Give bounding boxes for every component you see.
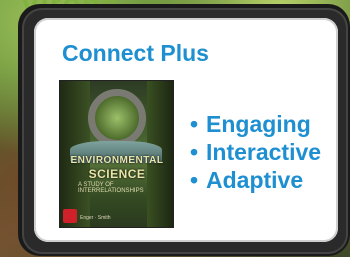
cover-title-line1: ENVIRONMENTAL	[70, 155, 164, 166]
cover-subtitle: A STUDY OF INTERRELATIONSHIPS	[78, 182, 144, 194]
feature-item-engaging: • Engaging	[190, 110, 321, 138]
card-title: Connect Plus	[62, 40, 209, 66]
feature-label: Adaptive	[206, 167, 304, 193]
feature-item-interactive: • Interactive	[190, 138, 321, 166]
bullet-dot: •	[190, 111, 199, 137]
cover-stone-arch	[88, 89, 146, 147]
cover-title-line2: SCIENCE	[88, 167, 146, 181]
publisher-logo-icon	[63, 209, 77, 223]
feature-list: • Engaging • Interactive • Adaptive	[190, 110, 321, 194]
bullet-dot: •	[190, 167, 199, 193]
textbook-cover-image: ENVIRONMENTAL SCIENCE A STUDY OF INTERRE…	[59, 80, 174, 228]
bullet-dot: •	[190, 139, 199, 165]
feature-label: Interactive	[206, 139, 322, 165]
feature-label: Engaging	[206, 111, 311, 137]
cover-authors: Enger · Smith	[80, 215, 111, 221]
feature-item-adaptive: • Adaptive	[190, 166, 321, 194]
